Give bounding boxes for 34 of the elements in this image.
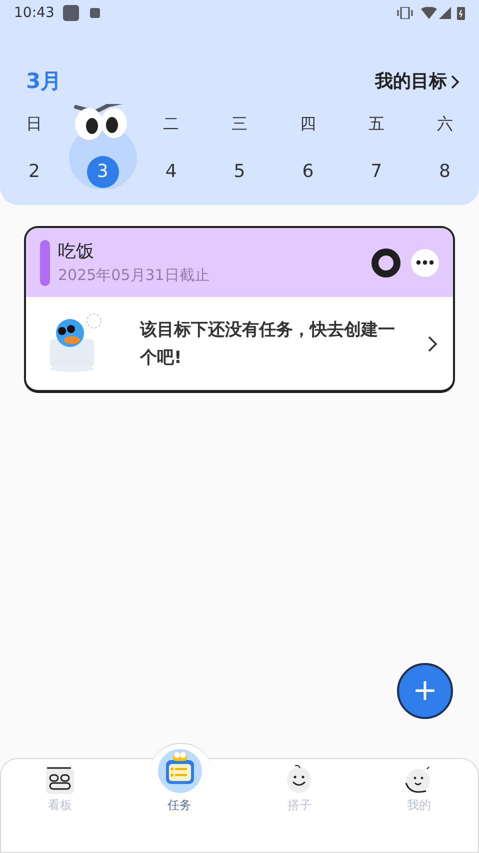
date-cell[interactable]: 7 (360, 156, 392, 188)
battery-icon (457, 6, 465, 20)
weekday-label: 二 (163, 112, 180, 134)
app-notification-icon (63, 5, 80, 21)
date-cell[interactable]: 2 (18, 156, 50, 188)
task-list-icon (156, 748, 203, 794)
goal-deadline: 2025年05月31日截止 (58, 264, 210, 286)
date-cell[interactable]: 5 (223, 156, 256, 188)
chevron-right-icon (451, 74, 459, 89)
date-cell[interactable]: 4 (155, 156, 188, 188)
nav-tab[interactable]: 任务 (120, 746, 240, 814)
add-button[interactable]: + (397, 663, 453, 719)
month-label: 3月 (26, 68, 62, 95)
weekday-label: 三 (231, 112, 248, 134)
signal-icon (439, 7, 451, 19)
weekday-label: 六 (436, 112, 453, 134)
status-time: 10:43 (14, 4, 54, 22)
board-icon (46, 766, 74, 794)
empty-message: 该目标下还没有任务，快去创建一个吧! (140, 318, 396, 370)
more-icon (416, 260, 434, 265)
smiley-icon (286, 764, 312, 794)
wifi-icon (421, 7, 437, 19)
goal-title: 吃饭 (58, 240, 95, 264)
vibrate-icon (397, 7, 413, 19)
weekday-label: 日 (26, 112, 42, 134)
chevron-right-icon (428, 336, 437, 352)
weekday-label: 四 (300, 112, 316, 134)
ring-icon[interactable] (371, 248, 401, 278)
my-goals-link[interactable]: 我的目标 (375, 68, 459, 96)
create-task-row[interactable]: 该目标下还没有任务，快去创建一个吧! (26, 297, 453, 390)
more-button[interactable] (411, 248, 439, 276)
date-cell[interactable]: 6 (292, 156, 324, 188)
date-cell[interactable]: 8 (428, 156, 461, 188)
weekday-label: 五 (368, 112, 384, 134)
